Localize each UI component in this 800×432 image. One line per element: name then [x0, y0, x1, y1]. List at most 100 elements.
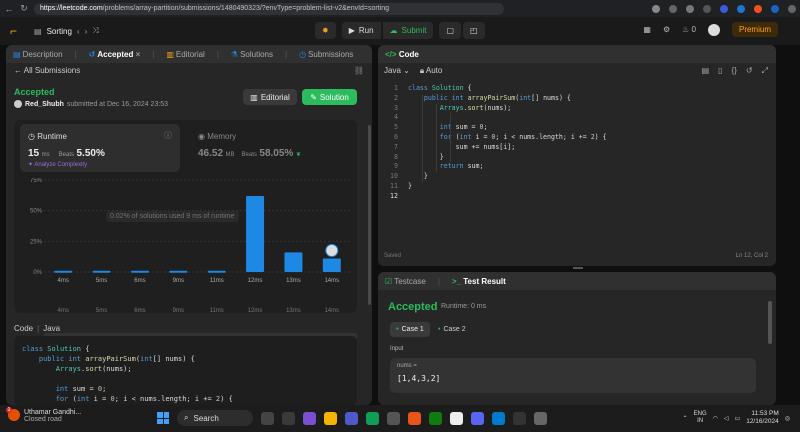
weather-widget[interactable]: 1 Uthamar Gandhi... Closed road	[6, 407, 81, 423]
next-problem-icon[interactable]: ›	[85, 27, 88, 36]
problem-list-title[interactable]: Sorting	[47, 27, 72, 36]
run-button[interactable]: ▶ Run	[341, 22, 381, 39]
windows-start-icon[interactable]	[157, 412, 169, 424]
case-2-tab[interactable]: • Case 2	[438, 322, 466, 337]
case-1-tab[interactable]: • Case 1	[390, 322, 430, 337]
chart-tooltip: 0.02% of solutions used 9 ms of runtime	[106, 211, 239, 222]
settings-app-icon[interactable]	[513, 411, 526, 425]
profile-icon[interactable]	[720, 4, 728, 13]
language-indicator[interactable]: ENG IN	[694, 411, 707, 425]
avatar[interactable]	[707, 23, 720, 36]
language-select[interactable]: Java ⌄	[384, 66, 410, 76]
memory-label[interactable]: ◉ Memory	[198, 132, 236, 141]
solution-button[interactable]: ✎ Solution	[302, 89, 357, 105]
debug-button[interactable]: ✸	[315, 22, 336, 39]
submission-status: Accepted	[14, 87, 55, 97]
notes-icon[interactable]: ▤	[702, 66, 710, 76]
chevron-down-icon: ⌄	[403, 66, 410, 75]
copilot-app-icon[interactable]	[303, 411, 316, 425]
test-panel-scrollbar[interactable]	[768, 301, 772, 344]
auto-mode-toggle[interactable]: 🔒︎ Auto	[420, 66, 443, 76]
shuffle-icon[interactable]: ⤨	[92, 26, 98, 36]
extension-icon[interactable]	[652, 4, 660, 13]
save-status: Saved	[384, 253, 402, 259]
whiteboard-button[interactable]: ◰	[463, 22, 485, 39]
widgets-icon[interactable]	[261, 411, 274, 425]
fullscreen-icon[interactable]: ⤢	[762, 66, 768, 76]
tab-test-result-label: Test Result	[463, 276, 506, 286]
user-avatar[interactable]	[14, 100, 22, 108]
edge-icon[interactable]	[366, 411, 379, 425]
editorial-button[interactable]: ▥ Editorial	[243, 89, 297, 105]
clock[interactable]: 11:53 PM 12/16/2024	[746, 410, 779, 426]
notion-icon[interactable]	[450, 411, 463, 425]
reset-icon[interactable]: ↺	[746, 66, 753, 76]
app-icon[interactable]	[387, 411, 400, 425]
tab-editorial[interactable]: ▥ Editorial	[166, 50, 204, 59]
tab-code[interactable]: </> Code	[385, 50, 419, 59]
menu-icon[interactable]	[703, 4, 711, 13]
tab-solutions[interactable]: ⚗ Solutions	[231, 50, 273, 59]
copilot-icon[interactable]	[737, 4, 745, 13]
tab-submissions-label: Submissions	[308, 49, 354, 59]
tab-submissions[interactable]: ◷ Submissions	[299, 50, 353, 59]
runtime-unit: ms	[41, 152, 50, 158]
left-panel-scrollbar[interactable]	[368, 125, 371, 305]
username[interactable]: Red_Shubh	[25, 101, 64, 108]
range-tick-label: 14ms	[324, 308, 339, 313]
auto-mode-label: Auto	[425, 66, 443, 75]
speaker-icon[interactable]: ◁	[724, 415, 729, 422]
notifications-icon[interactable]: ◎	[785, 415, 790, 422]
panel-resize-handle[interactable]	[573, 267, 583, 269]
format-code-icon[interactable]: {}	[732, 66, 737, 76]
more-icon[interactable]	[788, 4, 796, 13]
notes-button[interactable]: ▢	[439, 22, 462, 39]
battery-icon[interactable]: ▭	[735, 415, 741, 422]
url-host: https://leetcode.com	[40, 5, 103, 12]
chip-icon: ◉	[198, 132, 205, 141]
favorite-icon[interactable]	[686, 4, 694, 13]
tab-testcase[interactable]: ☑ Testcase	[385, 277, 426, 286]
chevron-up-icon[interactable]: ⌃	[683, 415, 688, 422]
taskbar-search[interactable]: ⌕ Search	[177, 410, 253, 426]
task-view-icon[interactable]	[282, 411, 295, 425]
settings-icon[interactable]: ⚙	[663, 25, 670, 34]
runtime-distribution-chart[interactable]: 75% 50% 25% 0% 4ms 4ms 5ms 5ms 6ms 6ms 9ms 9ms 11ms 1…	[14, 178, 357, 313]
list-icon[interactable]: ▤	[34, 27, 42, 36]
close-tab-icon[interactable]: ×	[136, 50, 141, 59]
submit-button[interactable]: ☁ Submit	[382, 22, 434, 39]
brave-icon[interactable]	[408, 411, 421, 425]
app-icon[interactable]	[534, 411, 547, 425]
layout-icon[interactable]: ▦	[643, 25, 651, 34]
share-link-icon[interactable]: ⛓	[354, 66, 364, 75]
tab-test-result[interactable]: >_ Test Result	[452, 277, 506, 286]
prev-problem-icon[interactable]: ‹	[77, 27, 80, 36]
analyze-complexity-link[interactable]: ✦ Analyze Complexity	[28, 161, 87, 168]
info-icon[interactable]: ⓘ	[164, 130, 172, 141]
xbox-icon[interactable]	[429, 411, 442, 425]
read-aloud-icon[interactable]	[669, 4, 677, 13]
tab-description[interactable]: ▤ Description	[13, 50, 63, 59]
wifi-icon[interactable]: ◠	[713, 415, 718, 422]
all-submissions-link[interactable]: ← All Submissions	[14, 66, 80, 75]
discord-icon[interactable]	[471, 411, 484, 425]
tab-accepted[interactable]: ↺ Accepted ×	[89, 50, 141, 59]
leetcode-logo-icon[interactable]: ⌐	[10, 24, 24, 38]
refresh-icon[interactable]: ↻	[19, 3, 29, 14]
vscode-icon[interactable]	[492, 411, 505, 425]
code-editor[interactable]: 1 class Solution {2 public int arrayPairS…	[386, 84, 771, 244]
runtime-card[interactable]: ◷ Runtime ⓘ 15 ms Beats 5.50% ✦ Analyze C…	[20, 124, 180, 172]
y-tick-label: 50%	[30, 209, 43, 215]
extension-red-icon[interactable]	[754, 4, 762, 13]
back-arrow-icon[interactable]: ←	[4, 4, 14, 14]
bookmark-icon[interactable]: ▯	[718, 66, 722, 76]
x-tick-label: 13ms	[286, 278, 301, 284]
premium-button[interactable]: Premium	[731, 22, 778, 37]
file-explorer-icon[interactable]	[324, 411, 337, 425]
address-bar[interactable]: https://leetcode.com/problems/array-part…	[34, 2, 504, 15]
solution-button-label: Solution	[319, 92, 349, 102]
streak-counter[interactable]: ♨ 0	[682, 25, 696, 34]
extension-blue-icon[interactable]	[771, 4, 779, 13]
submitted-code-block[interactable]: class Solution { public int arrayPairSum…	[14, 336, 357, 405]
teams-icon[interactable]	[345, 411, 358, 425]
